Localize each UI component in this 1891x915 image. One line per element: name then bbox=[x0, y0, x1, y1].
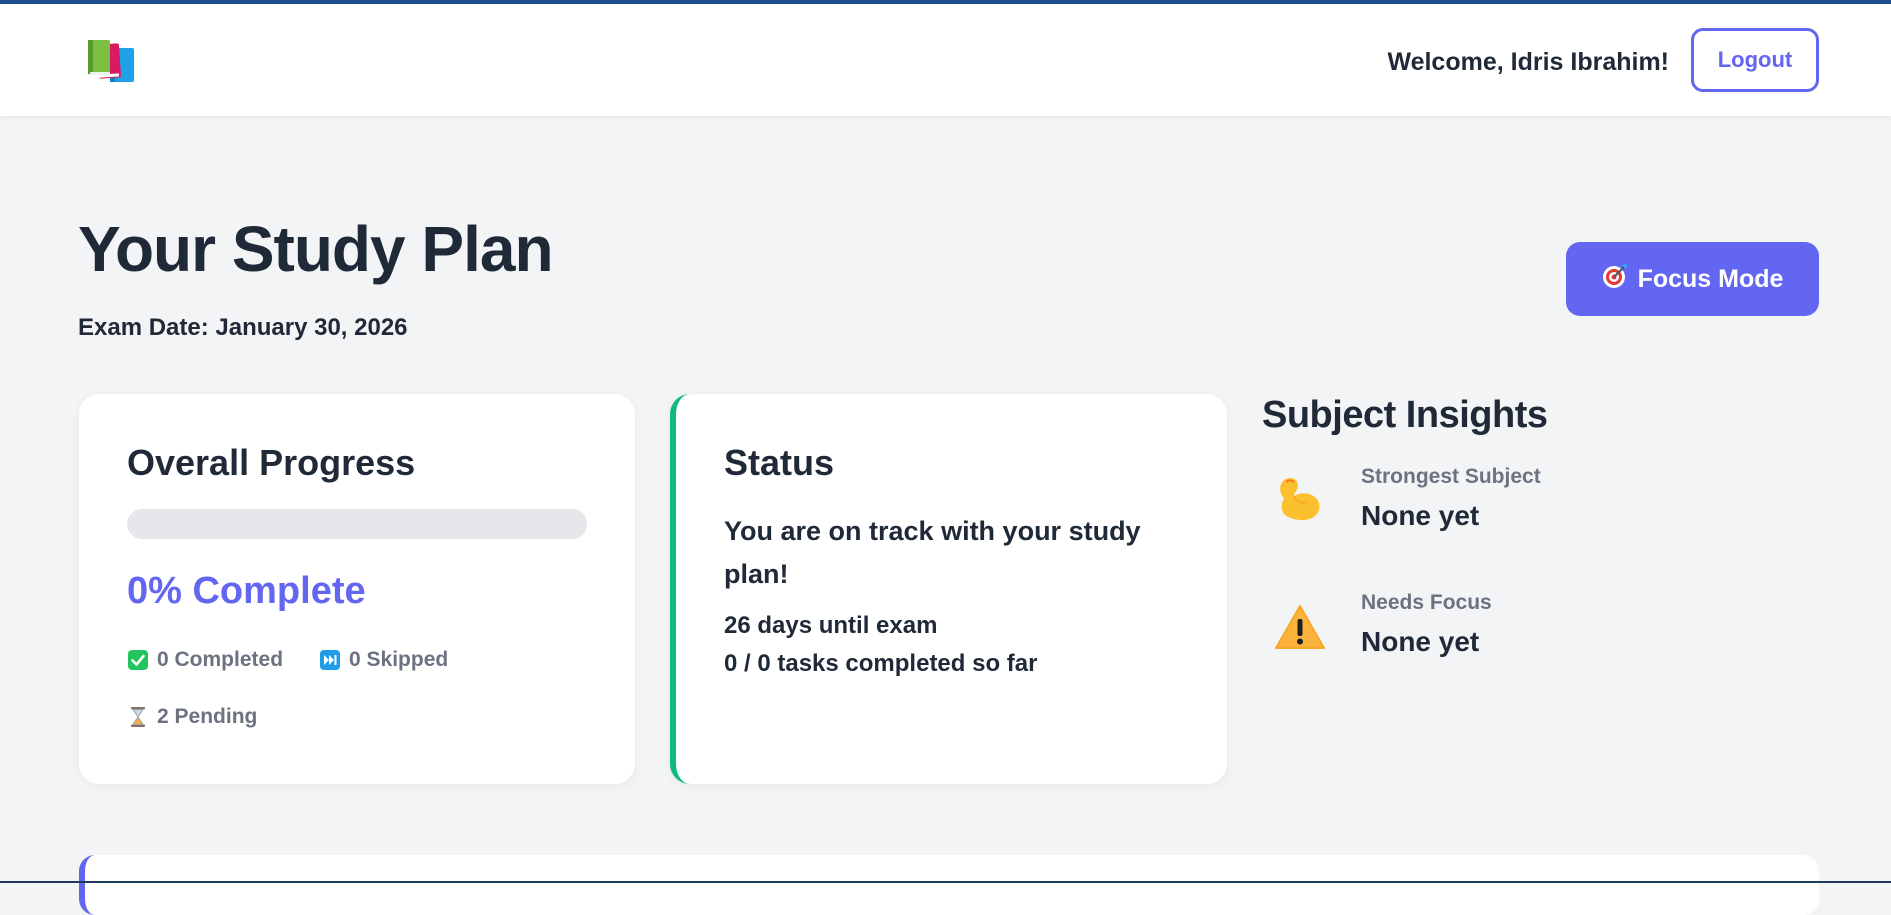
overall-progress-card: Overall Progress 0% Complete 0 Completed bbox=[79, 394, 635, 784]
welcome-message: Welcome, Idris Ibrahim! bbox=[1387, 48, 1669, 77]
status-title: Status bbox=[724, 442, 834, 484]
focus-mode-label: Focus Mode bbox=[1638, 265, 1784, 294]
status-message: You are on track with your study plan! bbox=[724, 510, 1164, 596]
exam-date: Exam Date: January 30, 2026 bbox=[78, 314, 408, 342]
check-icon bbox=[127, 649, 149, 671]
overall-progress-title: Overall Progress bbox=[127, 442, 415, 484]
logout-button[interactable]: Logout bbox=[1691, 28, 1819, 92]
status-card: Status You are on track with your study … bbox=[670, 394, 1227, 784]
page-title: Your Study Plan bbox=[78, 212, 553, 286]
strongest-subject-value: None yet bbox=[1361, 500, 1479, 532]
needs-focus-label: Needs Focus bbox=[1361, 591, 1492, 615]
subject-insights-title: Subject Insights bbox=[1262, 394, 1547, 437]
hourglass-icon bbox=[127, 706, 149, 728]
warning-icon bbox=[1274, 602, 1326, 654]
completed-count: 0 Completed bbox=[127, 648, 283, 672]
skipped-label: 0 Skipped bbox=[349, 648, 448, 672]
books-icon[interactable] bbox=[86, 38, 138, 86]
strongest-subject-label: Strongest Subject bbox=[1361, 465, 1541, 489]
pending-count: 2 Pending bbox=[127, 705, 257, 729]
days-until-exam: 26 days until exam bbox=[724, 612, 937, 640]
tasks-completed: 0 / 0 tasks completed so far bbox=[724, 650, 1037, 678]
target-icon bbox=[1602, 263, 1628, 296]
progress-bar bbox=[127, 509, 587, 539]
flexed-biceps-icon bbox=[1274, 472, 1326, 524]
skipped-count: 0 Skipped bbox=[319, 648, 448, 672]
pending-label: 2 Pending bbox=[157, 705, 257, 729]
progress-percent: 0% Complete bbox=[127, 570, 366, 613]
needs-focus-value: None yet bbox=[1361, 626, 1479, 658]
next-section-card bbox=[79, 855, 1819, 915]
fast-forward-icon bbox=[319, 649, 341, 671]
app-header: Welcome, Idris Ibrahim! Logout bbox=[0, 4, 1891, 116]
focus-mode-button[interactable]: Focus Mode bbox=[1566, 242, 1819, 316]
completed-label: 0 Completed bbox=[157, 648, 283, 672]
